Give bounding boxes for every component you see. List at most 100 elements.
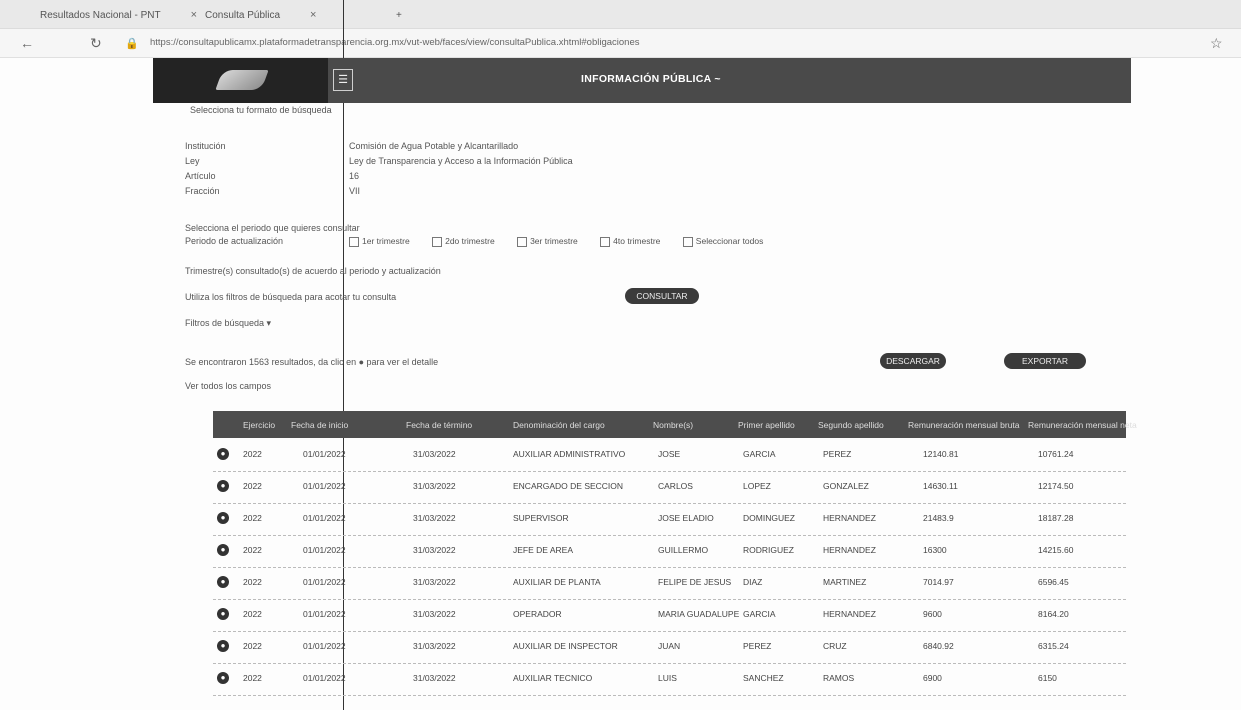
url-field[interactable]: https://consultapublicamx.plataformadetr… [150,37,640,48]
table-cell: SUPERVISOR [513,513,569,523]
table-cell: MARTINEZ [823,577,867,587]
table-cell: 18187.28 [1038,513,1074,523]
table-cell: AUXILIAR TECNICO [513,673,593,683]
info-icon[interactable]: ● [217,640,229,652]
export-button[interactable]: EXPORTAR [1004,353,1086,369]
field-value: Comisión de Agua Potable y Alcantarillad… [349,141,519,151]
table-row[interactable]: ● 2022 01/01/2022 31/03/2022 JEFE DE AREA GUI… [213,536,1126,568]
checkbox-icon[interactable] [682,236,693,247]
checkbox-icon[interactable] [600,236,611,247]
star-icon[interactable]: ☆ [1210,35,1223,52]
table-cell: 31/03/2022 [413,673,456,683]
close-icon[interactable]: × [191,9,197,21]
download-button[interactable]: DESCARGAR [880,353,946,369]
results-note: Se encontraron 1563 resultados, da clic … [185,357,439,367]
all-fields-link[interactable]: Ver todos los campos [185,381,271,391]
trimester-note: Trimestre(s) consultado(s) de acuerdo al… [185,266,441,276]
table-cell: OPERADOR [513,609,562,619]
period-4[interactable]: 4to trimestre [600,236,670,247]
field-label: Fracción [185,186,220,196]
browser-tab-bar: Resultados Nacional - PNT × Consulta Públ… [0,0,1241,29]
period-checkboxes: 1er trimestre 2do trimestre 3er trimestr… [349,236,783,247]
col-segundo-apellido: Segundo apellido [818,420,884,430]
info-icon[interactable]: ● [217,544,229,556]
logo-mark [215,70,269,90]
table-cell: 14215.60 [1038,545,1074,555]
col-bruta: Remuneración mensual bruta [908,420,1020,430]
checkbox-icon[interactable] [517,236,528,247]
info-icon[interactable]: ● [217,608,229,620]
period-1[interactable]: 1er trimestre [349,236,420,247]
checkbox-icon[interactable] [349,236,359,247]
tab-resultados[interactable]: Resultados Nacional - PNT × [40,4,197,26]
table-cell: JEFE DE AREA [513,545,573,555]
info-icon[interactable]: ● [217,576,229,588]
consult-button[interactable]: CONSULTAR [625,288,699,304]
close-icon[interactable]: × [310,9,316,21]
table-cell: 2022 [243,449,262,459]
table-cell: 01/01/2022 [303,513,346,523]
table-cell: 12174.50 [1038,481,1074,491]
info-icon[interactable]: ● [217,448,229,460]
table-cell: AUXILIAR DE PLANTA [513,577,601,587]
table-cell: MARIA GUADALUPE [658,609,740,619]
field-value: 16 [349,171,360,181]
filter-toggle[interactable]: Filtros de búsqueda ▾ [185,318,271,329]
table-cell: GARCIA [743,609,776,619]
table-cell: 14630.11 [923,481,958,491]
info-icon[interactable]: ● [217,480,229,492]
table-cell: 6150 [1038,673,1057,683]
table-cell: 2022 [243,513,262,523]
table-row[interactable]: ● 2022 01/01/2022 31/03/2022 ENCARGADO DE SE… [213,472,1126,504]
period-3[interactable]: 3er trimestre [517,236,588,247]
field-value: Ley de Transparencia y Acceso a la Infor… [349,156,573,166]
table-row[interactable]: ● 2022 01/01/2022 31/03/2022 AUXILIAR TECNIC… [213,664,1126,696]
table-row[interactable]: ● 2022 01/01/2022 31/03/2022 AUXILIAR DE INS… [213,632,1126,664]
table-cell: 01/01/2022 [303,481,346,491]
info-icon[interactable]: ● [217,672,229,684]
table-cell: CRUZ [823,641,847,651]
table-cell: PEREZ [743,641,772,651]
table-row[interactable]: ● 2022 01/01/2022 31/03/2022 SUPERVISOR JOSE … [213,504,1126,536]
page-header: ☰ INFORMACIÓN PÚBLICA ~ [153,58,1131,103]
logo [153,58,328,103]
reload-icon[interactable]: ↻ [90,35,102,52]
table-cell: JUAN [658,641,681,651]
table-cell: FELIPE DE JESUS [658,577,732,587]
checkbox-icon[interactable] [432,236,443,247]
table-cell: ENCARGADO DE SECCION [513,481,624,491]
table-cell: 12140.81 [923,449,959,459]
table-cell: 01/01/2022 [303,545,346,555]
col-fecha-termino: Fecha de término [406,420,473,430]
table-row[interactable]: ● 2022 01/01/2022 31/03/2022 AUXILIAR DE PLA… [213,568,1126,600]
table-cell: 10761.24 [1038,449,1074,459]
period-all[interactable]: Seleccionar todos [682,236,774,247]
table-cell: CARLOS [658,481,693,491]
table-cell: 31/03/2022 [413,641,456,651]
new-tab-button[interactable]: + [396,4,402,26]
subtitle: Selecciona tu formato de búsqueda [190,105,332,115]
page-title[interactable]: INFORMACIÓN PÚBLICA ~ [581,73,721,85]
table-cell: 2022 [243,609,262,619]
table-cell: 6596.45 [1038,577,1069,587]
table-cell: 31/03/2022 [413,577,456,587]
col-ejercicio: Ejercicio [243,420,276,430]
table-cell: 21483.9 [923,513,954,523]
filter-note: Utiliza los filtros de búsqueda para aco… [185,292,397,302]
back-icon[interactable]: ← [20,35,34,51]
table-row[interactable]: ● 2022 01/01/2022 31/03/2022 OPERADOR MARIA G… [213,600,1126,632]
table-cell: 7014.97 [923,577,954,587]
period-prompt: Selecciona el periodo que quieres consul… [185,223,360,233]
table-cell: SANCHEZ [743,673,784,683]
table-row[interactable]: ● 2022 01/01/2022 31/03/2022 AUXILIAR ADMINI… [213,440,1126,472]
info-icon[interactable]: ● [217,512,229,524]
period-2[interactable]: 2do trimestre [432,236,505,247]
table-cell: 31/03/2022 [413,513,456,523]
table-cell: LOPEZ [743,481,771,491]
table-cell: RODRIGUEZ [743,545,794,555]
table-cell: HERNANDEZ [823,609,876,619]
field-label: Institución [185,141,226,151]
tab-consulta[interactable]: Consulta Pública × [205,4,316,26]
table-cell: LUIS [658,673,677,683]
menu-icon[interactable]: ☰ [333,69,353,91]
